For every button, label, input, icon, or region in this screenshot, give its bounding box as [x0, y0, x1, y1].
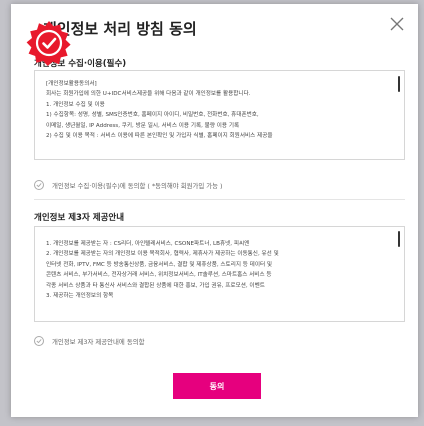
terms-line: 회사는 회원가입에 의한 U+IDC서비스제공을 위해 다음과 같이 개인정보를…: [46, 91, 251, 98]
terms-line: 1. 개인정보를 제공받는 자 : CS리더, 아인텔레서비스, CSONE파트…: [46, 241, 250, 247]
check-circle-icon: [34, 336, 44, 346]
terms-line: [개인정보활용동의서]: [46, 81, 97, 87]
close-icon[interactable]: [386, 13, 408, 35]
terms-line: 각종 서비스 상품과 타 통신사 서비스와 결합된 상품에 대한 홍보, 가입 …: [46, 282, 265, 289]
agree-third-party-checkbox[interactable]: 개인정보 제3자 제공안내에 동의함: [34, 336, 144, 346]
consent-dialog: 개인정보 처리 방침 동의 개인정보 수집·이용(필수) [개인정보활용동의서]…: [11, 4, 418, 417]
terms-line: 1) 수집항목: 성명, 성별, SMS인증번호, 홈페이지 아이디, 비밀번호…: [46, 112, 259, 119]
section-title-third-party: 개인정보 제3자 제공안내: [34, 213, 125, 223]
terms-line: 2) 수집 및 이용 목적 : 서비스 이용에 따른 본인확인 및 가입자 식별…: [46, 133, 273, 140]
collection-terms-box[interactable]: [개인정보활용동의서] 회사는 회원가입에 의한 U+IDC서비스제공을 위해 …: [34, 70, 405, 160]
terms-line: 인터넷 전화, IPTV, FMC 등 방송통신상품, 금융서비스, 결합 및 …: [46, 261, 273, 268]
terms-line: 2. 개인정보를 제공받는 자의 개인정보 이용 목적회사, 협력사, 제휴사가…: [46, 251, 279, 258]
third-party-terms-box[interactable]: 1. 개인정보를 제공받는 자 : CS리더, 아인텔레서비스, CSONE파트…: [34, 226, 405, 322]
agree-submit-button[interactable]: 동의: [173, 373, 261, 399]
terms-line: 1. 개인정보 수집 및 이용: [46, 101, 105, 108]
check-seal-icon: [26, 20, 72, 66]
terms-line: 3. 제공하는 개인정보의 항목: [46, 293, 114, 300]
terms-line: 이메일, 생년월일, IP Address, 쿠키, 방문 일시, 서비스 이용…: [46, 122, 240, 129]
scrollbar-thumb[interactable]: [398, 231, 400, 247]
scrollbar-thumb[interactable]: [398, 76, 400, 92]
agree-collection-checkbox[interactable]: 개인정보 수집·이용(필수)에 동의함 ( *동의해야 회원가입 가능 ): [34, 180, 223, 190]
agree-third-party-label: 개인정보 제3자 제공안내에 동의함: [52, 337, 145, 346]
terms-line: 콘텐츠 서비스, 부가서비스, 전자상거래 서비스, 위치정보서비스, IT솔루…: [46, 272, 272, 279]
section-divider: [34, 199, 405, 200]
check-circle-icon: [34, 180, 44, 190]
agree-collection-label: 개인정보 수집·이용(필수)에 동의함 ( *동의해야 회원가입 가능 ): [52, 181, 223, 190]
